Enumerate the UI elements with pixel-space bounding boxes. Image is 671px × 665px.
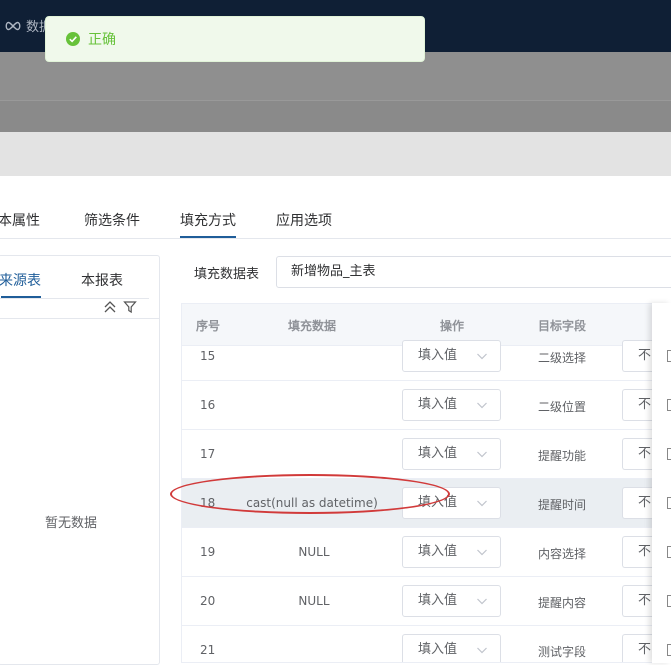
header-target-field: 目标字段 bbox=[538, 319, 587, 333]
extra-select-value: 不 bbox=[638, 593, 652, 608]
row-index: 18 bbox=[200, 496, 216, 510]
row-target-field: 测试字段 bbox=[538, 645, 587, 659]
table-row[interactable]: 19 NULL 填入值 内容选择 不 bbox=[182, 528, 671, 577]
table-row[interactable]: 15 填入值 二级选择 不 bbox=[182, 340, 671, 381]
toast-text: 正确 bbox=[88, 32, 116, 48]
overlay-band bbox=[0, 100, 671, 132]
row-target-field: 提醒时间 bbox=[538, 498, 587, 512]
row-index: 16 bbox=[200, 398, 216, 412]
checkbox-edge-icon bbox=[667, 350, 671, 362]
row-target-field: 二级位置 bbox=[538, 400, 587, 414]
row-fill-data: NULL bbox=[298, 545, 330, 559]
row-fill-data: NULL bbox=[298, 594, 330, 608]
table-row[interactable]: 21 填入值 测试字段 不 bbox=[182, 626, 671, 662]
checkbox-edge-icon bbox=[667, 448, 671, 460]
chevron-down-icon bbox=[477, 451, 487, 458]
operation-select-value: 填入值 bbox=[418, 544, 458, 559]
fill-table-input[interactable]: 新增物品_主表 bbox=[276, 256, 671, 288]
operation-select[interactable]: 填入值 bbox=[402, 340, 501, 372]
operation-select[interactable]: 填入值 bbox=[402, 536, 501, 568]
row-fill-data: cast(null as datetime) bbox=[246, 496, 378, 510]
chevron-down-icon bbox=[477, 500, 487, 507]
row-target-field: 提醒功能 bbox=[538, 449, 587, 463]
operation-select[interactable]: 填入值 bbox=[402, 487, 501, 519]
operation-select[interactable]: 填入值 bbox=[402, 634, 501, 662]
extra-select-value: 不 bbox=[638, 397, 652, 412]
tab-application-options[interactable]: 应用选项 bbox=[276, 210, 332, 230]
header-index: 序号 bbox=[196, 319, 221, 333]
overlay-band bbox=[0, 132, 671, 176]
tab-this-report[interactable]: 本报表 bbox=[81, 270, 123, 290]
chevron-down-icon bbox=[477, 647, 487, 654]
checkbox-edge-icon bbox=[667, 644, 671, 656]
checkbox-edge-icon bbox=[667, 399, 671, 411]
tab-filter-conditions[interactable]: 筛选条件 bbox=[84, 210, 140, 230]
checkbox-edge-icon bbox=[667, 595, 671, 607]
operation-select[interactable]: 填入值 bbox=[402, 389, 501, 421]
panel-tools bbox=[103, 300, 137, 314]
header-fill-data: 填充数据 bbox=[288, 319, 337, 333]
collapse-up-icon[interactable] bbox=[103, 300, 117, 314]
row-index: 17 bbox=[200, 447, 216, 461]
config-tabs: 本属性 筛选条件 填充方式 应用选项 bbox=[0, 200, 671, 239]
extra-select-value: 不 bbox=[638, 544, 652, 559]
operation-select-value: 填入值 bbox=[418, 348, 458, 363]
table-row-selected[interactable]: 18 cast(null as datetime) 填入值 提醒时间 不 bbox=[182, 479, 671, 528]
header-operation: 操作 bbox=[440, 319, 465, 333]
divider bbox=[0, 298, 149, 299]
extra-select-value: 不 bbox=[638, 446, 652, 461]
active-tab-indicator bbox=[180, 236, 236, 238]
filter-icon[interactable] bbox=[123, 300, 137, 314]
row-target-field: 提醒内容 bbox=[538, 596, 587, 610]
table-row[interactable]: 20 NULL 填入值 提醒内容 不 bbox=[182, 577, 671, 626]
chevron-down-icon bbox=[477, 549, 487, 556]
row-target-field: 内容选择 bbox=[538, 547, 587, 561]
operation-select-value: 填入值 bbox=[418, 642, 458, 657]
checkbox-edge-icon bbox=[667, 497, 671, 509]
infinity-icon bbox=[5, 21, 21, 30]
row-target-field: 二级选择 bbox=[538, 351, 587, 365]
empty-state-text: 暂无数据 bbox=[45, 516, 98, 531]
tab-fill-method[interactable]: 填充方式 bbox=[180, 210, 236, 230]
tab-source-table[interactable]: 来源表 bbox=[0, 270, 41, 290]
operation-select-value: 填入值 bbox=[418, 593, 458, 608]
fill-mapping-table: 序号 填充数据 操作 目标字段 15 填入值 二级选择 不 16 填入值 二级位… bbox=[181, 303, 671, 663]
checkbox-edge-icon bbox=[667, 546, 671, 558]
extra-select-value: 不 bbox=[638, 495, 652, 510]
chevron-down-icon bbox=[477, 402, 487, 409]
operation-select[interactable]: 填入值 bbox=[402, 438, 501, 470]
chevron-down-icon bbox=[477, 353, 487, 360]
operation-select[interactable]: 填入值 bbox=[402, 585, 501, 617]
table-row[interactable]: 17 填入值 提醒功能 不 bbox=[182, 430, 671, 479]
table-row[interactable]: 16 填入值 二级位置 不 bbox=[182, 381, 671, 430]
chevron-down-icon bbox=[477, 598, 487, 605]
operation-select-value: 填入值 bbox=[418, 397, 458, 412]
row-index: 19 bbox=[200, 545, 216, 559]
extra-select-value: 不 bbox=[638, 348, 652, 363]
fill-table-label: 填充数据表 bbox=[194, 267, 260, 282]
operation-select-value: 填入值 bbox=[418, 495, 458, 510]
divider bbox=[0, 318, 159, 319]
extra-select-value: 不 bbox=[638, 642, 652, 657]
fixed-column-edge bbox=[652, 303, 671, 663]
tab-basic-attributes[interactable]: 本属性 bbox=[0, 210, 40, 230]
check-circle-icon bbox=[66, 32, 80, 46]
source-panel: 来源表 本报表 暂无数据 bbox=[0, 255, 160, 665]
row-index: 15 bbox=[200, 349, 216, 363]
operation-select-value: 填入值 bbox=[418, 446, 458, 461]
success-toast: 正确 bbox=[45, 16, 425, 62]
row-index: 21 bbox=[200, 643, 216, 657]
row-index: 20 bbox=[200, 594, 216, 608]
